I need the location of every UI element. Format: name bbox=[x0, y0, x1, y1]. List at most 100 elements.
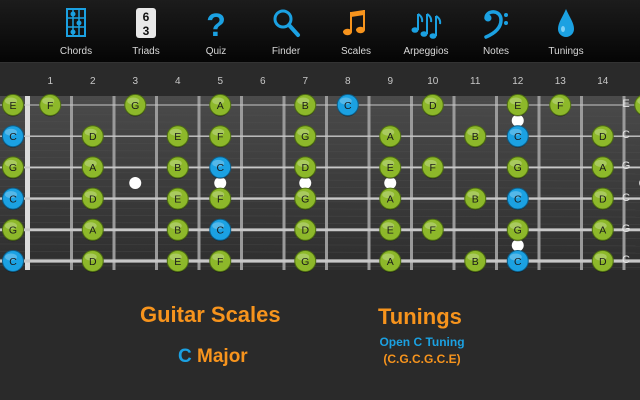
scale-note-marker[interactable]: D bbox=[421, 94, 444, 117]
note-label: D bbox=[301, 225, 309, 237]
scale-note-marker[interactable]: B bbox=[464, 125, 487, 148]
scale-note-marker[interactable]: B bbox=[294, 94, 317, 117]
note-label: D bbox=[599, 193, 607, 205]
scale-note-marker[interactable]: G bbox=[294, 250, 317, 273]
scale-note-marker[interactable]: F bbox=[549, 94, 572, 117]
scale-note-marker[interactable]: G bbox=[506, 218, 529, 242]
scale-note-marker[interactable]: A bbox=[379, 187, 402, 211]
note-label: B bbox=[472, 256, 479, 268]
scale-note-marker[interactable]: B bbox=[464, 250, 487, 273]
scale-note-marker[interactable]: E bbox=[2, 94, 24, 117]
root-note-marker[interactable]: C bbox=[506, 125, 529, 148]
bass-clef-icon bbox=[464, 6, 528, 40]
scale-note-marker[interactable]: A bbox=[591, 218, 614, 242]
note-label: A bbox=[599, 225, 606, 237]
svg-text:3: 3 bbox=[143, 24, 150, 38]
note-label: E bbox=[174, 256, 181, 268]
toolbar-button-arpeggios[interactable]: Arpeggios bbox=[394, 0, 458, 62]
scale-note-marker[interactable]: A bbox=[591, 156, 614, 179]
toolbar-button-quiz[interactable]: ? Quiz bbox=[184, 0, 248, 62]
water-drop-icon bbox=[534, 6, 598, 40]
toolbar-label: Quiz bbox=[205, 46, 227, 57]
fretboard[interactable]: E F G A B C D E F G C D E F G A B C D G A B C D E F G A C D E F G A B C D G A B… bbox=[0, 90, 640, 276]
nut bbox=[25, 96, 30, 270]
note-label: D bbox=[89, 193, 97, 205]
root-note-marker[interactable]: C bbox=[506, 250, 529, 273]
toolbar-button-triads[interactable]: 6 3 Triads bbox=[114, 0, 178, 62]
note-label: D bbox=[599, 131, 607, 143]
fret-wire bbox=[325, 96, 328, 270]
scale-note-marker[interactable]: E bbox=[379, 218, 402, 242]
root-note-marker[interactable]: C bbox=[2, 125, 24, 148]
root-note-marker[interactable]: C bbox=[2, 187, 24, 211]
toolbar-button-notes[interactable]: Notes bbox=[464, 0, 528, 62]
fret-number: 12 bbox=[512, 76, 524, 87]
note-label: A bbox=[89, 162, 96, 174]
scale-note-marker[interactable]: A bbox=[81, 218, 104, 242]
root-note-marker[interactable]: C bbox=[506, 187, 529, 211]
scale-note-marker[interactable]: F bbox=[421, 156, 444, 179]
note-label: F bbox=[430, 225, 436, 237]
toolbar-button-scales[interactable]: Scales bbox=[324, 0, 388, 62]
scale-note-marker[interactable]: B bbox=[166, 218, 189, 242]
scale-note-marker[interactable]: F bbox=[209, 250, 232, 273]
note-label: E bbox=[174, 131, 181, 143]
scale-note-marker[interactable]: G bbox=[2, 218, 24, 242]
fret-number: 4 bbox=[174, 76, 181, 87]
root-note-marker[interactable]: C bbox=[2, 250, 24, 273]
scale-note-marker[interactable]: D bbox=[81, 125, 104, 148]
scale-note-marker[interactable]: D bbox=[591, 250, 614, 273]
scale-note-marker[interactable]: E bbox=[166, 125, 189, 148]
open-string-name: G bbox=[621, 160, 631, 173]
scale-root-note: C bbox=[178, 346, 192, 367]
toolbar-label: Arpeggios bbox=[403, 46, 449, 57]
note-label: E bbox=[514, 100, 521, 112]
open-string-name: C bbox=[622, 191, 630, 204]
scale-note-marker[interactable]: A bbox=[379, 125, 402, 148]
toolbar-button-tunings[interactable]: Tunings bbox=[534, 0, 598, 62]
scale-note-marker[interactable]: G bbox=[2, 156, 24, 179]
scale-note-marker[interactable]: E bbox=[166, 187, 189, 211]
scale-note-marker[interactable]: D bbox=[591, 187, 614, 211]
note-label: G bbox=[131, 100, 139, 112]
scale-note-marker[interactable]: E bbox=[506, 94, 529, 117]
fret-inlay bbox=[129, 177, 142, 189]
toolbar-button-chords[interactable]: Chords bbox=[44, 0, 108, 62]
scale-note-marker[interactable]: F bbox=[39, 94, 62, 117]
scale-note-marker[interactable]: B bbox=[166, 156, 189, 179]
note-label: A bbox=[387, 193, 394, 205]
note-label: B bbox=[472, 131, 479, 143]
note-label: D bbox=[89, 256, 97, 268]
scale-note-marker[interactable]: G bbox=[124, 94, 147, 117]
scale-note-marker[interactable]: E bbox=[379, 156, 402, 179]
scale-note-marker[interactable]: F bbox=[209, 125, 232, 148]
root-note-marker[interactable]: C bbox=[209, 218, 232, 242]
tuning-name: Open C Tuning bbox=[379, 335, 465, 349]
scale-note-marker[interactable]: A bbox=[209, 94, 232, 117]
fret-wire bbox=[155, 96, 158, 270]
scale-note-marker[interactable]: D bbox=[294, 218, 317, 242]
scale-note-marker[interactable]: D bbox=[81, 187, 104, 211]
note-label: A bbox=[217, 100, 224, 112]
fret-number: 13 bbox=[554, 76, 566, 87]
scale-note-marker[interactable]: D bbox=[294, 156, 317, 179]
note-label: A bbox=[387, 256, 394, 268]
scale-note-marker[interactable]: G bbox=[294, 125, 317, 148]
note-label: G bbox=[514, 162, 522, 174]
note-label: G bbox=[514, 225, 522, 237]
scale-note-marker[interactable]: G bbox=[506, 156, 529, 179]
scale-note-marker[interactable]: D bbox=[81, 250, 104, 273]
root-note-marker[interactable]: C bbox=[209, 156, 232, 179]
scale-note-marker[interactable]: A bbox=[379, 250, 402, 273]
scale-note-marker[interactable]: F bbox=[209, 187, 232, 211]
scale-note-marker[interactable]: G bbox=[294, 187, 317, 211]
scale-note-marker[interactable]: E bbox=[166, 250, 189, 273]
scale-note-marker[interactable]: F bbox=[421, 218, 444, 242]
toolbar-label: Chords bbox=[59, 46, 93, 57]
root-note-marker[interactable]: C bbox=[336, 94, 359, 117]
toolbar-button-finder[interactable]: Finder bbox=[254, 0, 318, 62]
scale-note-marker[interactable]: A bbox=[81, 156, 104, 179]
fret-number: 14 bbox=[597, 76, 609, 87]
scale-note-marker[interactable]: D bbox=[591, 125, 614, 148]
scale-note-marker[interactable]: B bbox=[464, 187, 487, 211]
